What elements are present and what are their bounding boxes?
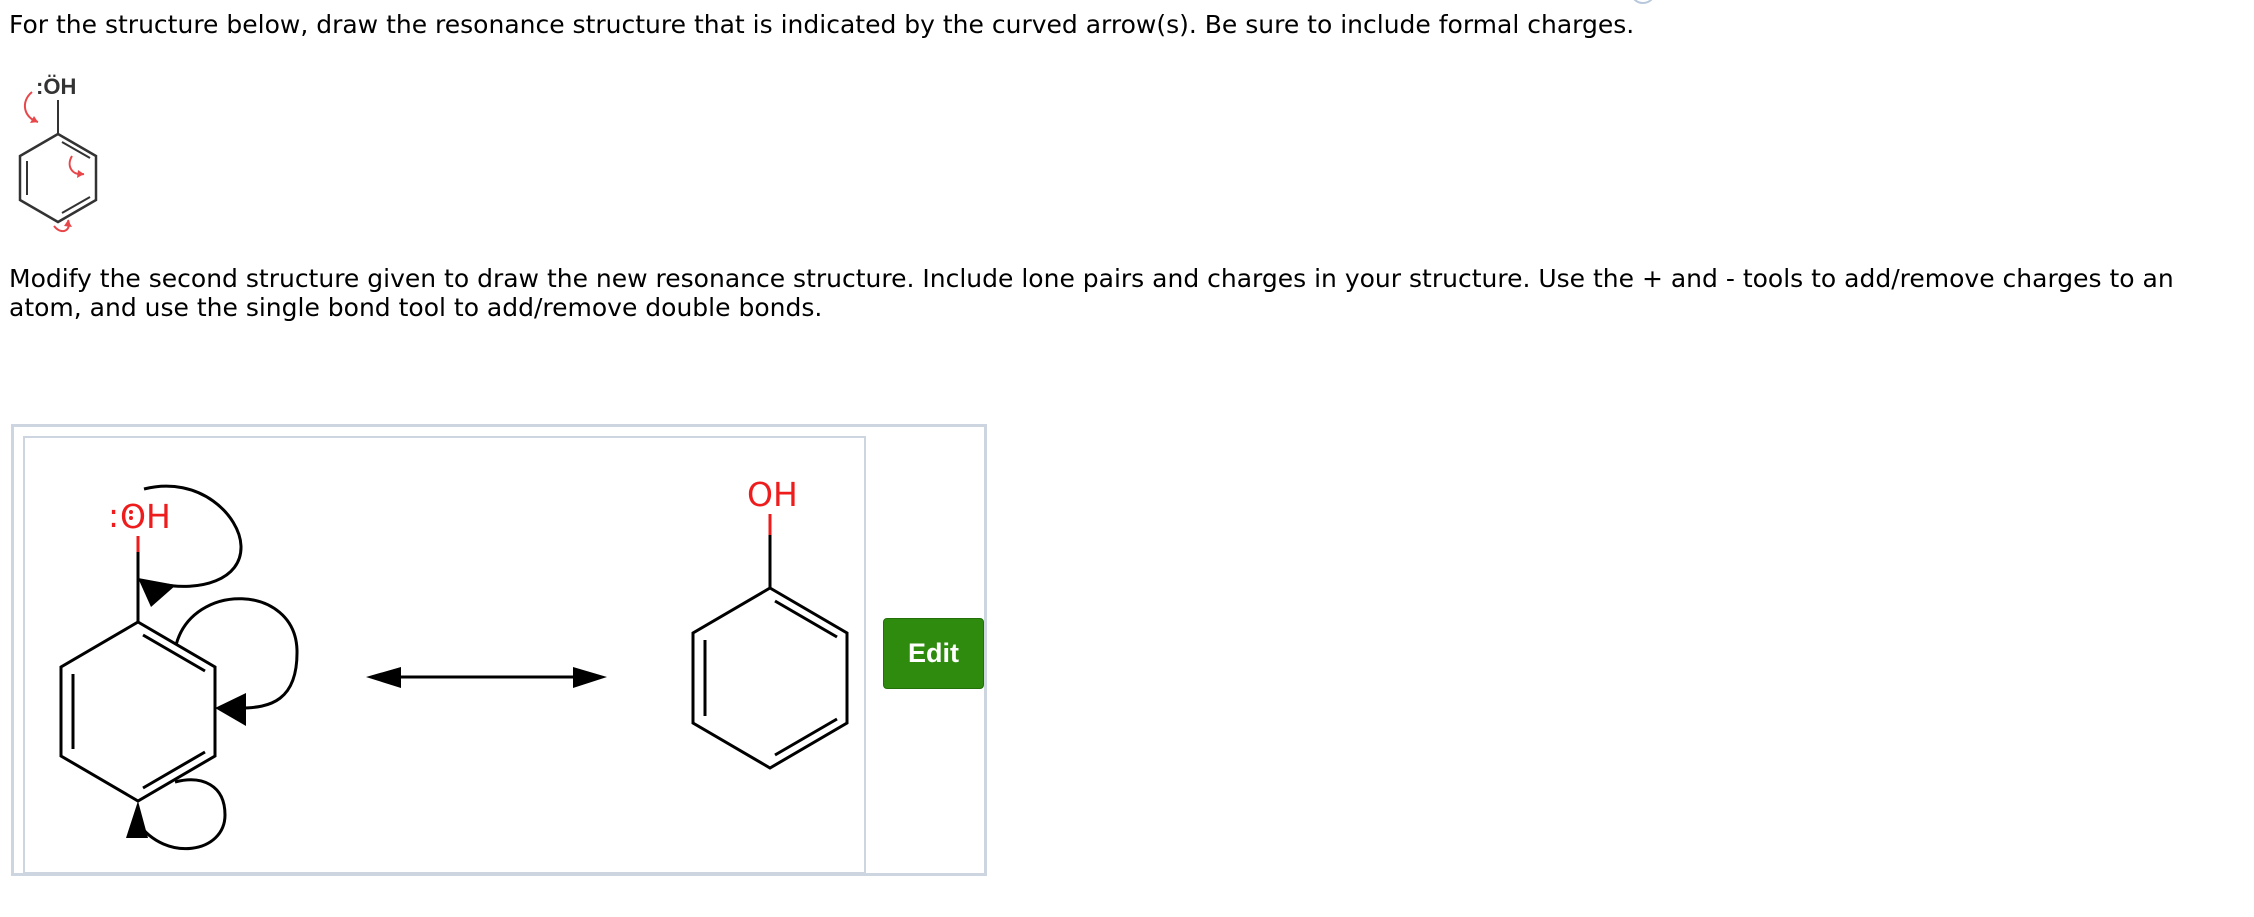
right-oh-label: OH xyxy=(747,475,798,514)
curved-arrow-3 xyxy=(136,778,227,851)
edit-button[interactable]: Edit xyxy=(883,618,984,689)
left-phenol-structure: : OH xyxy=(59,484,299,851)
cropped-top-element xyxy=(1633,0,1653,4)
left-oh-label: OH xyxy=(120,497,171,536)
left-lone-pair: : xyxy=(108,496,119,535)
sketcher-canvas[interactable]: : OH OH xyxy=(23,436,866,874)
resonance-arrow xyxy=(366,667,607,688)
question-prompt: For the structure below, draw the resona… xyxy=(9,10,1635,39)
right-phenol-structure: OH xyxy=(691,475,849,770)
resonance-drawing: : OH OH xyxy=(59,475,849,851)
given-structure-image: :ÖH xyxy=(18,74,98,233)
thumb-oh-label: :ÖH xyxy=(36,74,76,99)
sketcher-instructions: Modify the second structure given to dra… xyxy=(9,264,2174,322)
sketcher-panel: : OH OH Edit xyxy=(11,424,987,876)
question-page: For the structure below, draw the resona… xyxy=(0,0,2254,917)
